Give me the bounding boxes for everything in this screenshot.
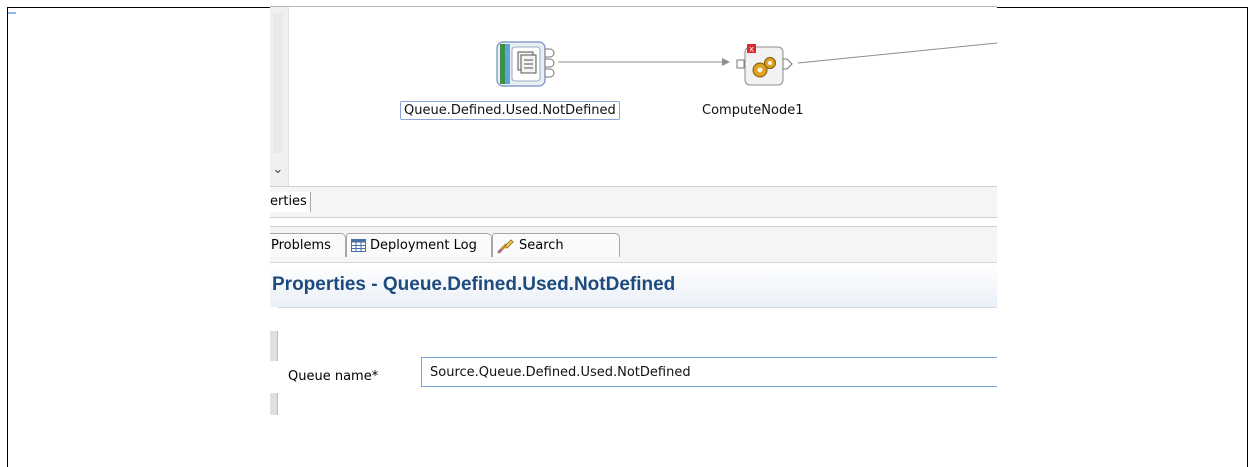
tab-deployment-log[interactable]: Deployment Log	[346, 233, 492, 257]
message-flow-canvas[interactable]: ⌄ Queue.Defined.Used.NotDefined x Comput…	[270, 6, 997, 187]
deployment-log-icon	[351, 239, 366, 252]
properties-title: Properties - Queue.Defined.Used.NotDefin…	[272, 274, 676, 295]
node-label-compute[interactable]: ComputeNode1	[702, 103, 803, 118]
properties-view-tabbar: erties	[270, 186, 997, 218]
toolkit-workbench: ⌄ Queue.Defined.Used.NotDefined x Comput…	[270, 0, 997, 420]
tab-problems[interactable]: Problems	[270, 233, 346, 257]
queue-name-input[interactable]	[421, 357, 997, 387]
connection-arrowhead	[722, 58, 730, 66]
empty-area	[270, 420, 997, 465]
queue-name-label: Queue name*	[288, 369, 379, 384]
search-icon	[497, 238, 514, 253]
compute-node-icon[interactable]: x	[736, 43, 798, 89]
mq-input-node-icon[interactable]	[496, 41, 558, 87]
tab-label: Search	[519, 238, 564, 253]
tab-properties[interactable]: erties	[270, 192, 311, 212]
frame-corner-mark	[8, 12, 16, 14]
properties-panel: Properties - Queue.Defined.Used.NotDefin…	[270, 262, 997, 420]
property-category-strip	[270, 307, 278, 420]
tab-search[interactable]: Search	[492, 233, 620, 257]
tab-label: Problems	[271, 238, 331, 253]
tab-label: erties	[270, 194, 307, 209]
node-label-mq-input[interactable]: Queue.Defined.Used.NotDefined	[400, 101, 620, 120]
category-tab[interactable]	[270, 331, 278, 361]
properties-header: Properties - Queue.Defined.Used.NotDefin…	[270, 263, 997, 308]
category-tab[interactable]	[270, 393, 278, 415]
connection-line	[797, 42, 997, 64]
node-connections	[558, 42, 997, 66]
tab-label: Deployment Log	[370, 238, 477, 253]
svg-text:x: x	[749, 45, 754, 54]
bottom-view-tabbar: Problems Deployment Log Search	[270, 226, 997, 263]
